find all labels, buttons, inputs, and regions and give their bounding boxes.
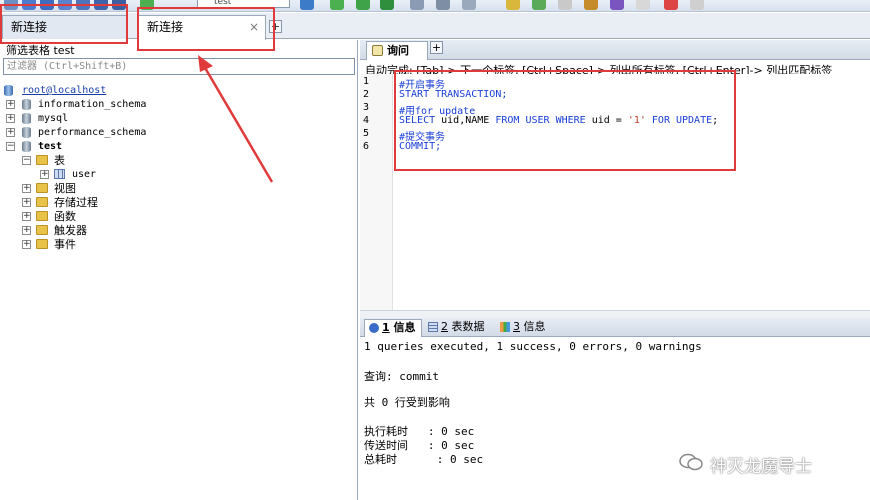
watermark: 神灭龙魔导士: [710, 457, 812, 477]
annotation-arrow: [198, 55, 274, 183]
wechat-icon: [679, 453, 703, 471]
